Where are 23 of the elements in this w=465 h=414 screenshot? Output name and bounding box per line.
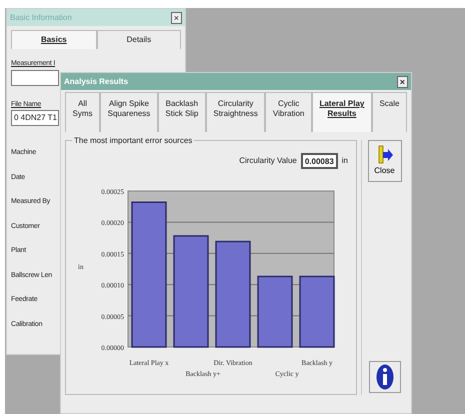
input-field[interactable]: 0 4DN27 T1 <box>11 110 59 126</box>
close-button[interactable]: Close <box>368 140 402 182</box>
tab[interactable]: Lateral Play Results <box>312 92 372 132</box>
tab[interactable]: Cyclic Vibration <box>265 92 312 132</box>
tab[interactable]: Circularity Straightness <box>206 92 266 132</box>
window-title: Basic Information <box>10 12 72 24</box>
tab[interactable]: Details <box>96 30 181 49</box>
close-button[interactable]: × <box>170 12 182 24</box>
window-title: Analysis Results <box>64 76 128 88</box>
close-button[interactable]: × <box>396 76 408 88</box>
tab[interactable]: Backlash Stick Slip <box>158 92 206 132</box>
tab[interactable]: Scale <box>372 92 407 132</box>
group-title: The most important error sources <box>72 135 194 147</box>
field-label: Circularity Value <box>239 155 297 167</box>
unit-label: in <box>342 155 348 167</box>
info-icon <box>376 364 394 390</box>
tab[interactable]: All Syms <box>65 92 100 132</box>
info-button[interactable] <box>368 361 400 393</box>
tab[interactable]: Align Spike Squareness <box>100 92 158 132</box>
door-icon <box>376 145 392 165</box>
input-field[interactable] <box>11 70 59 86</box>
value-field: 0.00083 <box>300 153 338 169</box>
tab[interactable]: Basics <box>11 30 97 49</box>
